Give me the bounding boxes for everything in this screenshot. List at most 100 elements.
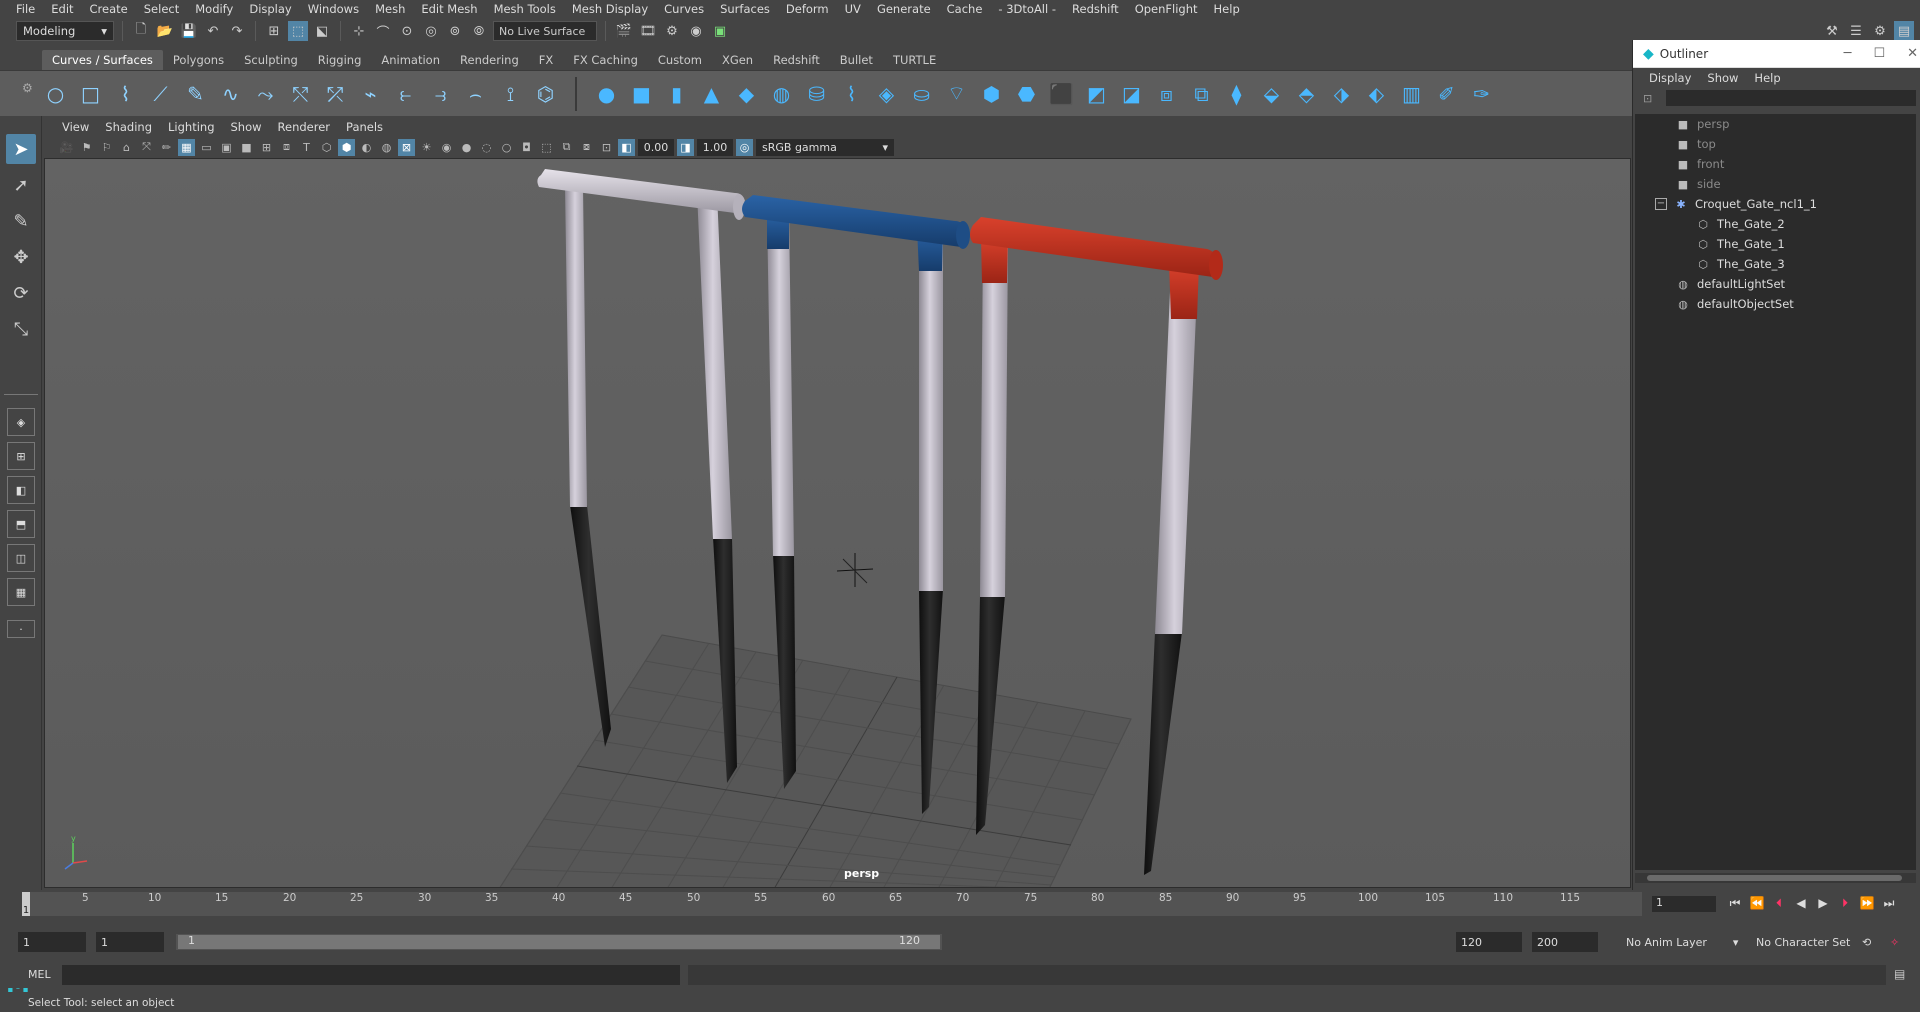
character-set-dropdown[interactable]: No Character Set — [1756, 933, 1850, 951]
playback-start-field[interactable]: 1 — [96, 932, 164, 952]
menu-edit-mesh[interactable]: Edit Mesh — [413, 2, 485, 16]
panel-menu-renderer[interactable]: Renderer — [270, 120, 339, 134]
current-time-marker[interactable]: 1 — [22, 892, 30, 916]
outliner-item[interactable]: − ✱ Croquet_Gate_ncl1_1 — [1655, 194, 1817, 214]
panel-menu-lighting[interactable]: Lighting — [160, 120, 222, 134]
four-view-layout-icon[interactable]: ⊞ — [7, 442, 35, 470]
persp-graph-layout-icon[interactable]: ⬒ — [7, 510, 35, 538]
animation-prefs-icon[interactable]: ✧ — [1890, 933, 1899, 951]
bevel-plus-icon[interactable]: ⬢ — [978, 80, 1005, 107]
multisample-aa-icon[interactable]: ○ — [498, 139, 515, 156]
menu-redshift[interactable]: Redshift — [1064, 2, 1127, 16]
snap-grid-icon[interactable]: ⊹ — [349, 21, 369, 41]
intersect-icon[interactable]: ⧈ — [1153, 80, 1180, 107]
play-backwards-icon[interactable]: ◀ — [1792, 894, 1810, 912]
new-scene-icon[interactable]: 🗋 — [131, 21, 151, 41]
play-forwards-icon[interactable]: ▶ — [1814, 894, 1832, 912]
filter-icon[interactable]: ⊡ — [1643, 92, 1652, 105]
safe-action-icon[interactable]: ⧈ — [278, 139, 295, 156]
tab-rigging[interactable]: Rigging — [308, 50, 372, 70]
render-settings-icon[interactable]: ⚙ — [662, 21, 682, 41]
offset-curve-icon[interactable]: ⥽ — [427, 80, 454, 107]
grid-toggle-icon[interactable]: ▦ — [178, 138, 195, 156]
outliner-item[interactable]: ■ persp — [1675, 114, 1730, 134]
animation-end-field[interactable]: 200 — [1532, 932, 1598, 952]
nurbs-torus-icon[interactable]: ◍ — [768, 80, 795, 107]
menu-edit[interactable]: Edit — [43, 2, 81, 16]
move-tool-icon[interactable]: ✥ — [6, 242, 36, 272]
gamma-field[interactable]: 1.00 — [697, 138, 733, 156]
save-scene-icon[interactable]: 💾 — [179, 21, 199, 41]
tab-custom[interactable]: Custom — [648, 50, 712, 70]
extrude-icon[interactable]: ⛀ — [908, 80, 935, 107]
menu-display[interactable]: Display — [241, 2, 299, 16]
panel-menu-show[interactable]: Show — [223, 120, 270, 134]
close-icon[interactable]: ✕ — [1907, 46, 1918, 61]
resolution-gate-icon[interactable]: ▣ — [218, 139, 235, 156]
menu-surfaces[interactable]: Surfaces — [712, 2, 778, 16]
menu-help[interactable]: Help — [1206, 2, 1248, 16]
animation-start-field[interactable]: 1 — [18, 932, 86, 952]
step-forward-key-icon[interactable]: ⏵ — [1836, 894, 1854, 912]
wireframe-icon[interactable]: ⬡ — [318, 139, 335, 156]
attribute-editor-icon[interactable]: ☰ — [1846, 21, 1866, 41]
menu-uv[interactable]: UV — [837, 2, 869, 16]
command-language-label[interactable]: MEL — [28, 968, 51, 981]
tab-polygons[interactable]: Polygons — [163, 50, 234, 70]
field-chart-icon[interactable]: ⊞ — [258, 139, 275, 156]
select-object-icon[interactable]: ⬚ — [288, 21, 308, 41]
go-to-start-icon[interactable]: ⏮ — [1726, 894, 1744, 912]
depth-of-field-icon[interactable]: ◘ — [518, 139, 535, 156]
single-perspective-layout-icon[interactable]: ◈ — [7, 408, 35, 436]
nurbs-sphere-icon[interactable]: ● — [593, 80, 620, 107]
use-all-lights-icon[interactable]: ☀ — [418, 139, 435, 156]
backface-cull-icon[interactable]: ⊡ — [598, 139, 615, 156]
perspective-viewport[interactable]: y persp — [44, 158, 1631, 888]
menu-generate[interactable]: Generate — [869, 2, 939, 16]
planar-icon[interactable]: ◈ — [873, 80, 900, 107]
tab-fx[interactable]: FX — [529, 50, 564, 70]
square-surface-icon[interactable]: ⬛ — [1048, 80, 1075, 107]
isolate-select-icon[interactable]: ⬚ — [538, 139, 555, 156]
untrim-icon[interactable]: ◪ — [1118, 80, 1145, 107]
menu-deform[interactable]: Deform — [778, 2, 837, 16]
snap-curve-icon[interactable]: ⌒ — [373, 21, 393, 41]
exposure-field[interactable]: 0.00 — [638, 138, 674, 156]
textured-icon[interactable]: ◍ — [378, 139, 395, 156]
menu-openflight[interactable]: OpenFlight — [1127, 2, 1206, 16]
outliner-item[interactable]: ⬡ The_Gate_1 — [1695, 234, 1785, 254]
redshift-rv-icon[interactable]: ▣ — [710, 21, 730, 41]
redo-icon[interactable]: ↷ — [227, 21, 247, 41]
sculpt-geometry-icon[interactable]: ✐ — [1433, 80, 1460, 107]
step-forward-frame-icon[interactable]: ⏩ — [1858, 894, 1876, 912]
paint-select-icon[interactable]: ✎ — [6, 206, 36, 236]
ep-curve-icon[interactable]: ⟋ — [147, 80, 174, 107]
live-surface-field[interactable]: No Live Surface — [493, 21, 597, 41]
select-camera-icon[interactable]: 🎥 — [58, 139, 75, 156]
panel-menu-shading[interactable]: Shading — [97, 120, 160, 134]
maximize-icon[interactable]: ☐ — [1873, 46, 1885, 61]
snap-live-icon[interactable]: ⊚ — [445, 21, 465, 41]
time-slider-track[interactable]: 5 10 15 20 25 30 35 40 45 50 55 60 65 70… — [30, 892, 1642, 916]
outliner-item[interactable]: ⬡ The_Gate_2 — [1695, 214, 1785, 234]
scrollbar-thumb[interactable] — [1647, 875, 1902, 881]
add-points-icon[interactable]: ⟟ — [497, 80, 524, 107]
nurbs-cylinder-icon[interactable]: ▮ — [663, 80, 690, 107]
detach-surfaces-icon[interactable]: ⬙ — [1258, 80, 1285, 107]
outliner-menu-help[interactable]: Help — [1746, 71, 1788, 85]
step-back-key-icon[interactable]: ⏴ — [1770, 894, 1788, 912]
menu-mesh-display[interactable]: Mesh Display — [564, 2, 656, 16]
tab-curves-surfaces[interactable]: Curves / Surfaces — [42, 50, 163, 70]
tab-turtle[interactable]: TURTLE — [883, 50, 946, 70]
project-curve-icon[interactable]: ⧉ — [1188, 80, 1215, 107]
lasso-tool-icon[interactable]: ➚ — [6, 170, 36, 200]
nurbs-cone-icon[interactable]: ▲ — [698, 80, 725, 107]
insert-knot-icon[interactable]: ⌁ — [357, 80, 384, 107]
safe-title-icon[interactable]: T — [298, 139, 315, 156]
more-layouts-icon[interactable]: · — [7, 620, 35, 638]
menu-select[interactable]: Select — [136, 2, 187, 16]
outliner-item[interactable]: ⬡ The_Gate_3 — [1695, 254, 1785, 274]
shelf-gear-icon[interactable]: ⚙ — [22, 81, 33, 95]
attach-surfaces-icon[interactable]: ⧫ — [1223, 80, 1250, 107]
menu-mesh-tools[interactable]: Mesh Tools — [486, 2, 564, 16]
